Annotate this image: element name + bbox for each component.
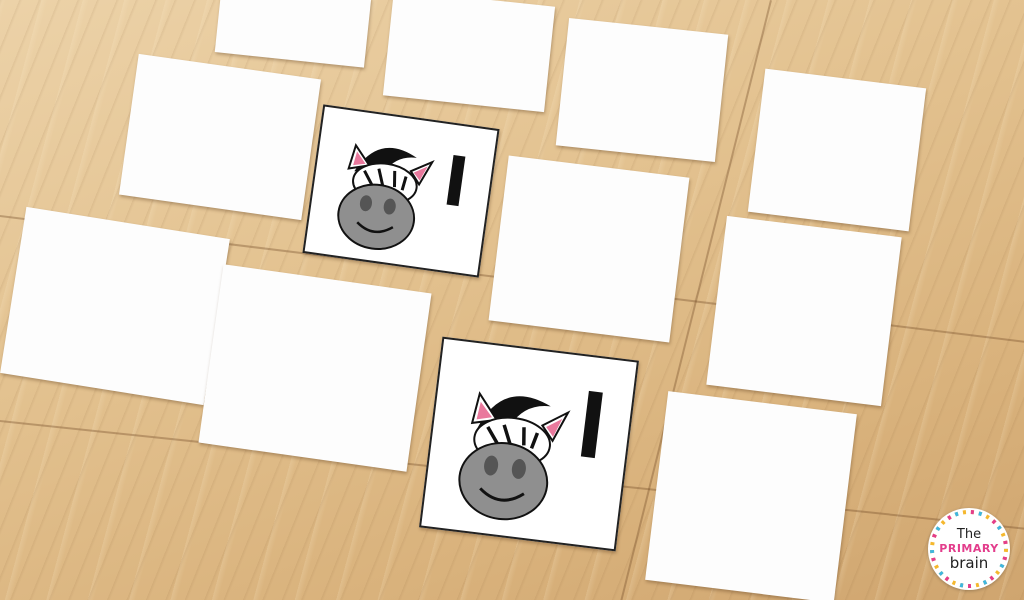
logo-line-primary: PRIMARY <box>939 541 999 555</box>
face-down-card[interactable] <box>747 68 927 232</box>
zebra-icon <box>458 390 603 521</box>
wooden-table: 1 1 The PRIMARY brain <box>0 0 1024 600</box>
face-up-card[interactable]: 1 <box>302 104 500 278</box>
face-down-card[interactable] <box>214 0 372 68</box>
face-up-card[interactable]: 1 <box>419 336 639 552</box>
logo-line-brain: brain <box>949 553 989 572</box>
face-down-card[interactable] <box>382 0 556 113</box>
face-down-card[interactable] <box>645 391 857 600</box>
face-down-card[interactable] <box>119 53 321 221</box>
face-down-card[interactable] <box>0 206 230 406</box>
brand-logo: The PRIMARY brain <box>928 508 1010 590</box>
face-down-card[interactable] <box>198 264 432 472</box>
zebra-icon <box>337 142 466 250</box>
logo-line-the: The <box>956 526 982 542</box>
face-down-card[interactable] <box>706 215 902 407</box>
face-down-card[interactable] <box>488 155 690 343</box>
face-down-card[interactable] <box>555 17 729 163</box>
